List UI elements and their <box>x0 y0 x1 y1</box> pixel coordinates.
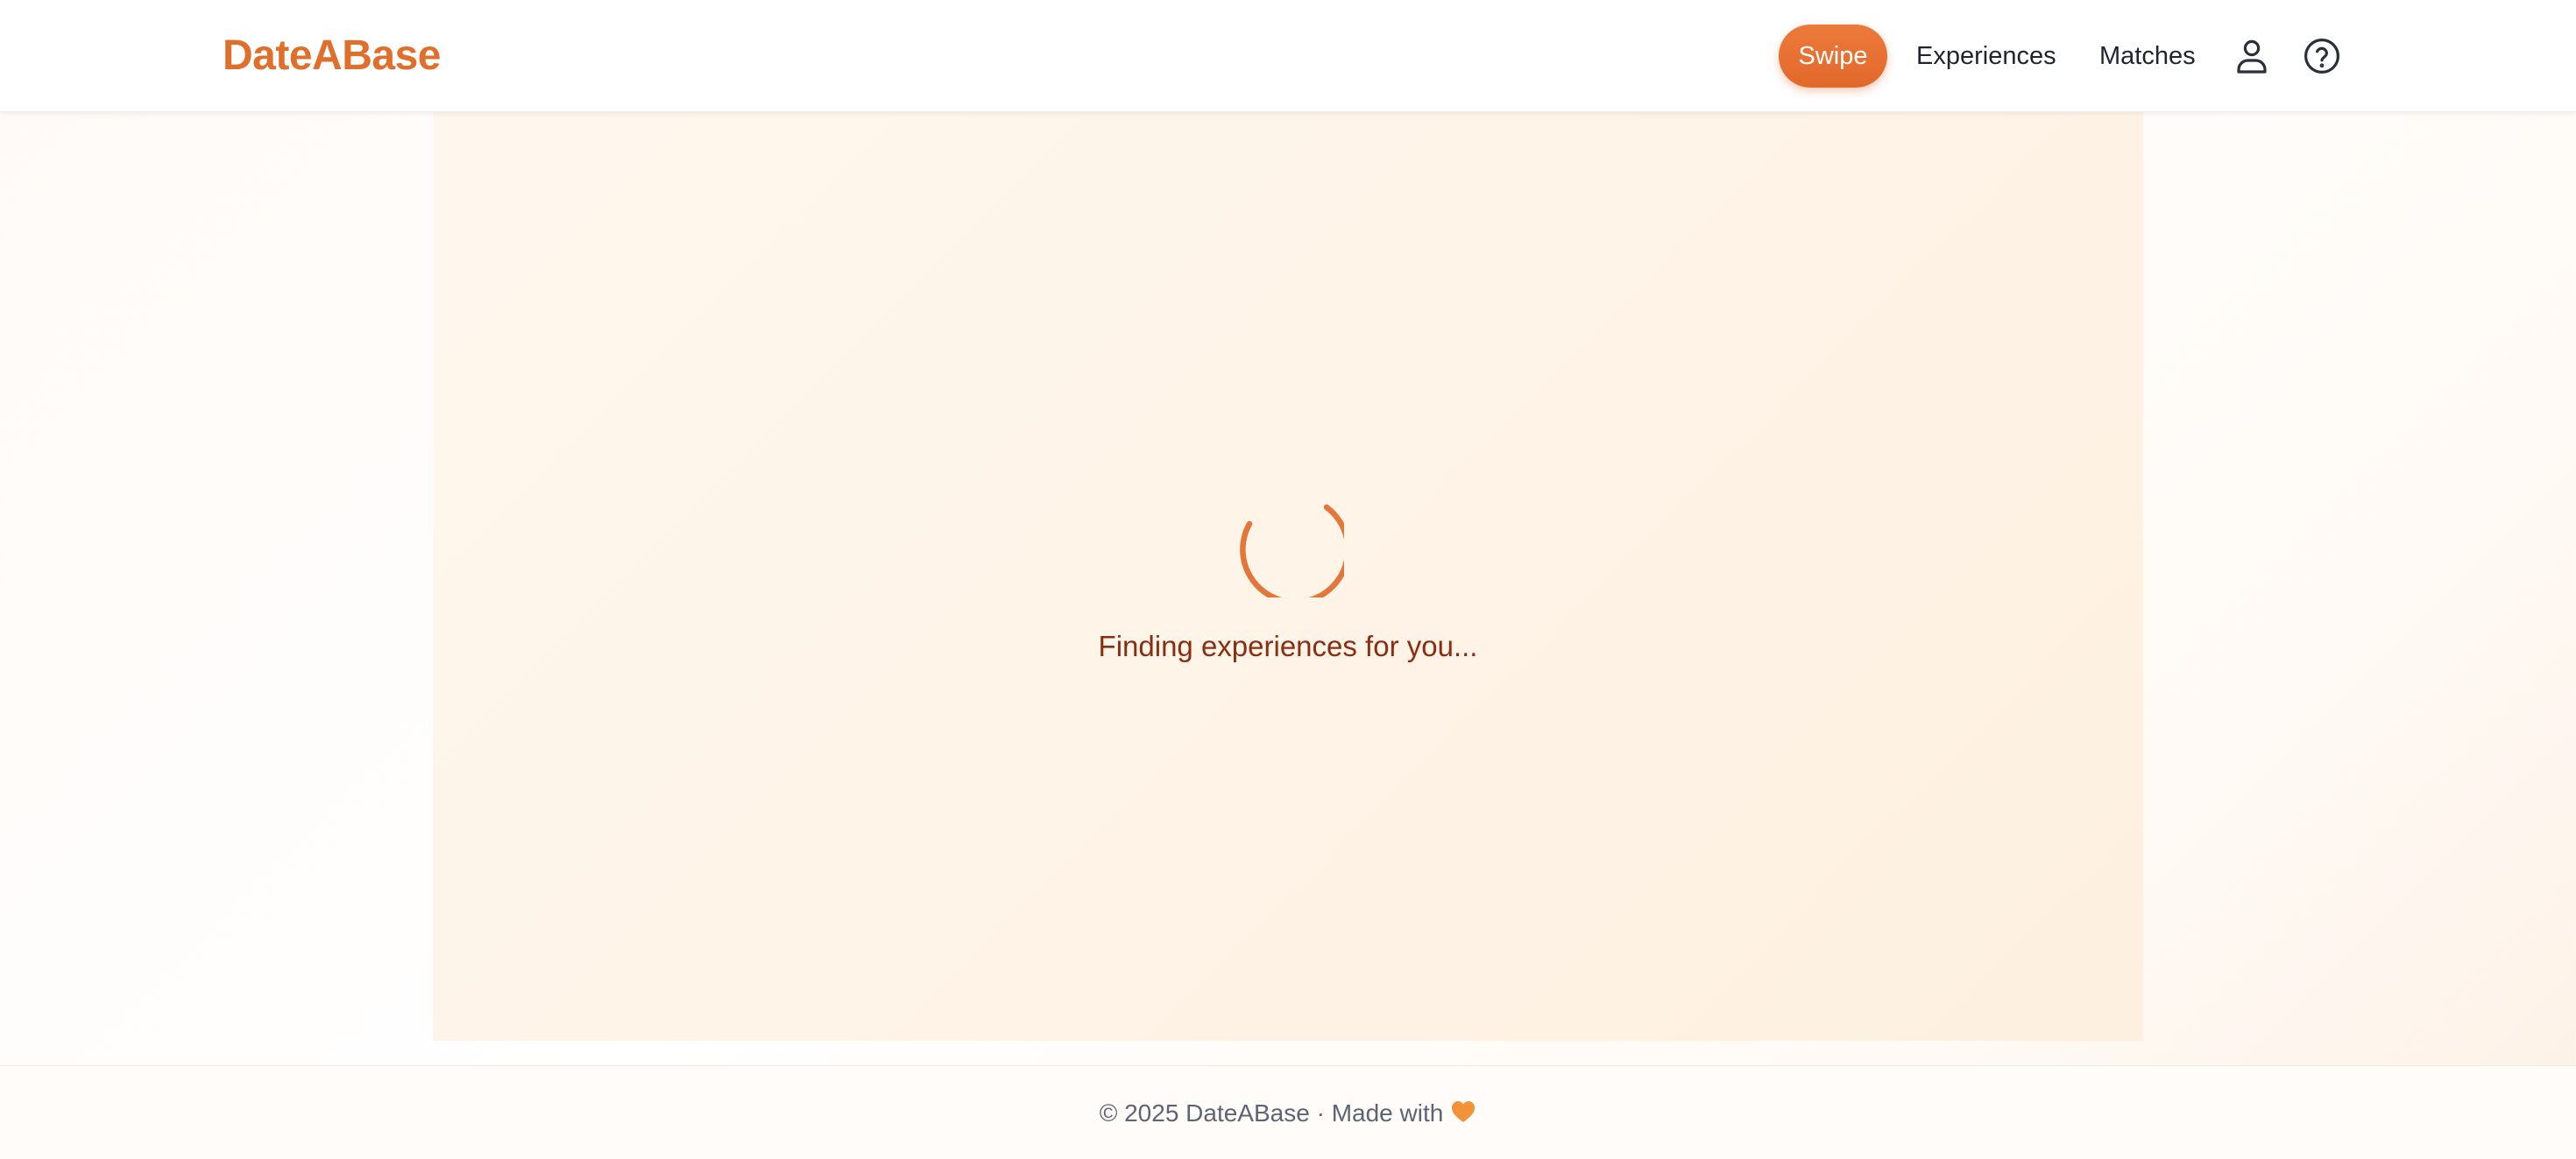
help-icon[interactable] <box>2301 35 2343 77</box>
page-footer: © 2025 DateABase · Made with <box>0 1065 2576 1159</box>
nav-matches-link[interactable]: Matches <box>2099 25 2196 88</box>
nav-swipe-button[interactable]: Swipe <box>1779 25 1887 88</box>
loading-message: Finding experiences for you... <box>1098 630 1478 662</box>
footer-text: © 2025 DateABase · Made with <box>1099 1099 1444 1127</box>
user-icon[interactable] <box>2231 35 2273 77</box>
footer-copyright: © 2025 DateABase · Made with <box>0 1096 2576 1131</box>
top-navbar: DateABase Swipe Experiences Matches <box>0 0 2576 112</box>
brand-logo[interactable]: DateABase <box>223 26 441 86</box>
loading-spinner <box>1232 485 1344 597</box>
nav-experiences-link[interactable]: Experiences <box>1916 25 2056 88</box>
orange-heart-icon <box>1450 1099 1476 1124</box>
